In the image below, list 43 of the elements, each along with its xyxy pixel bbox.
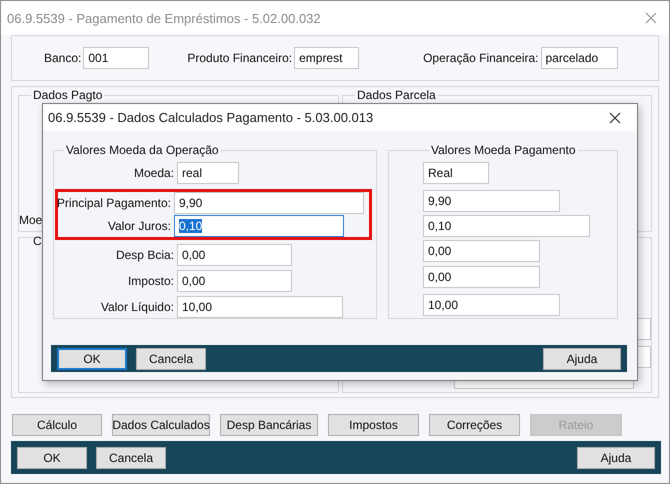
group-title: Valores Moeda Pagamento [430, 143, 577, 157]
input-field[interactable]: emprest [294, 47, 360, 69]
field-label: Imposto: [128, 274, 174, 288]
ok-button[interactable]: OK [57, 348, 127, 370]
input-field[interactable]: 0,10 [174, 215, 344, 237]
help-button[interactable]: Ajuda [577, 446, 655, 468]
action-button[interactable]: Correções [429, 414, 520, 436]
group-title: Dados Parcela [356, 89, 437, 101]
action-button[interactable]: Impostos [328, 414, 419, 436]
field-label: C [33, 234, 42, 248]
group-title: Valores Moeda da Operação [65, 143, 220, 157]
input-field[interactable]: 9,90 [174, 192, 364, 214]
close-icon[interactable] [609, 112, 621, 124]
field-label: Desp Bcia: [116, 248, 174, 262]
action-button[interactable]: Dados Calculados [112, 414, 210, 436]
input-field[interactable]: real [177, 162, 239, 184]
input-field[interactable]: Real [423, 162, 489, 184]
field-label: Valor Líquido: [100, 300, 174, 314]
input-field[interactable]: 0,00 [177, 244, 292, 266]
window-title: 06.9.5539 - Pagamento de Empréstimos - 5.02.00.032 [7, 10, 321, 26]
input-field[interactable]: 0,10 [423, 215, 590, 237]
input-field[interactable]: 0,00 [423, 266, 540, 288]
action-button[interactable]: Desp Bancárias [220, 414, 318, 436]
input-field[interactable]: 001 [83, 47, 150, 69]
group-title: Dados Pagto [32, 89, 104, 101]
cancel-button[interactable]: Cancela [136, 348, 206, 370]
field-label: Operação Financeira: [423, 51, 538, 65]
input-field[interactable]: 0,00 [177, 270, 292, 292]
input-field[interactable]: parcelado [540, 47, 618, 69]
input-field[interactable]: 0,00 [423, 240, 540, 262]
field-label: Moeda: [134, 166, 174, 180]
input-field[interactable]: 9,90 [423, 190, 560, 212]
help-button[interactable]: Ajuda [543, 348, 621, 370]
input-field[interactable]: 10,00 [177, 296, 343, 318]
field-label: Valor Juros: [108, 219, 171, 233]
action-button[interactable]: Cálculo [12, 414, 102, 436]
cancel-button[interactable]: Cancela [96, 446, 166, 468]
dialog-title: 06.9.5539 - Dados Calculados Pagamento - 5.03.00.013 [48, 110, 374, 125]
input-field[interactable]: 10,00 [423, 294, 560, 316]
field-label: Banco: [44, 51, 82, 65]
field-label: Moe [19, 213, 42, 227]
field-label: Produto Financeiro: [187, 51, 292, 65]
ok-button[interactable]: OK [17, 446, 87, 468]
